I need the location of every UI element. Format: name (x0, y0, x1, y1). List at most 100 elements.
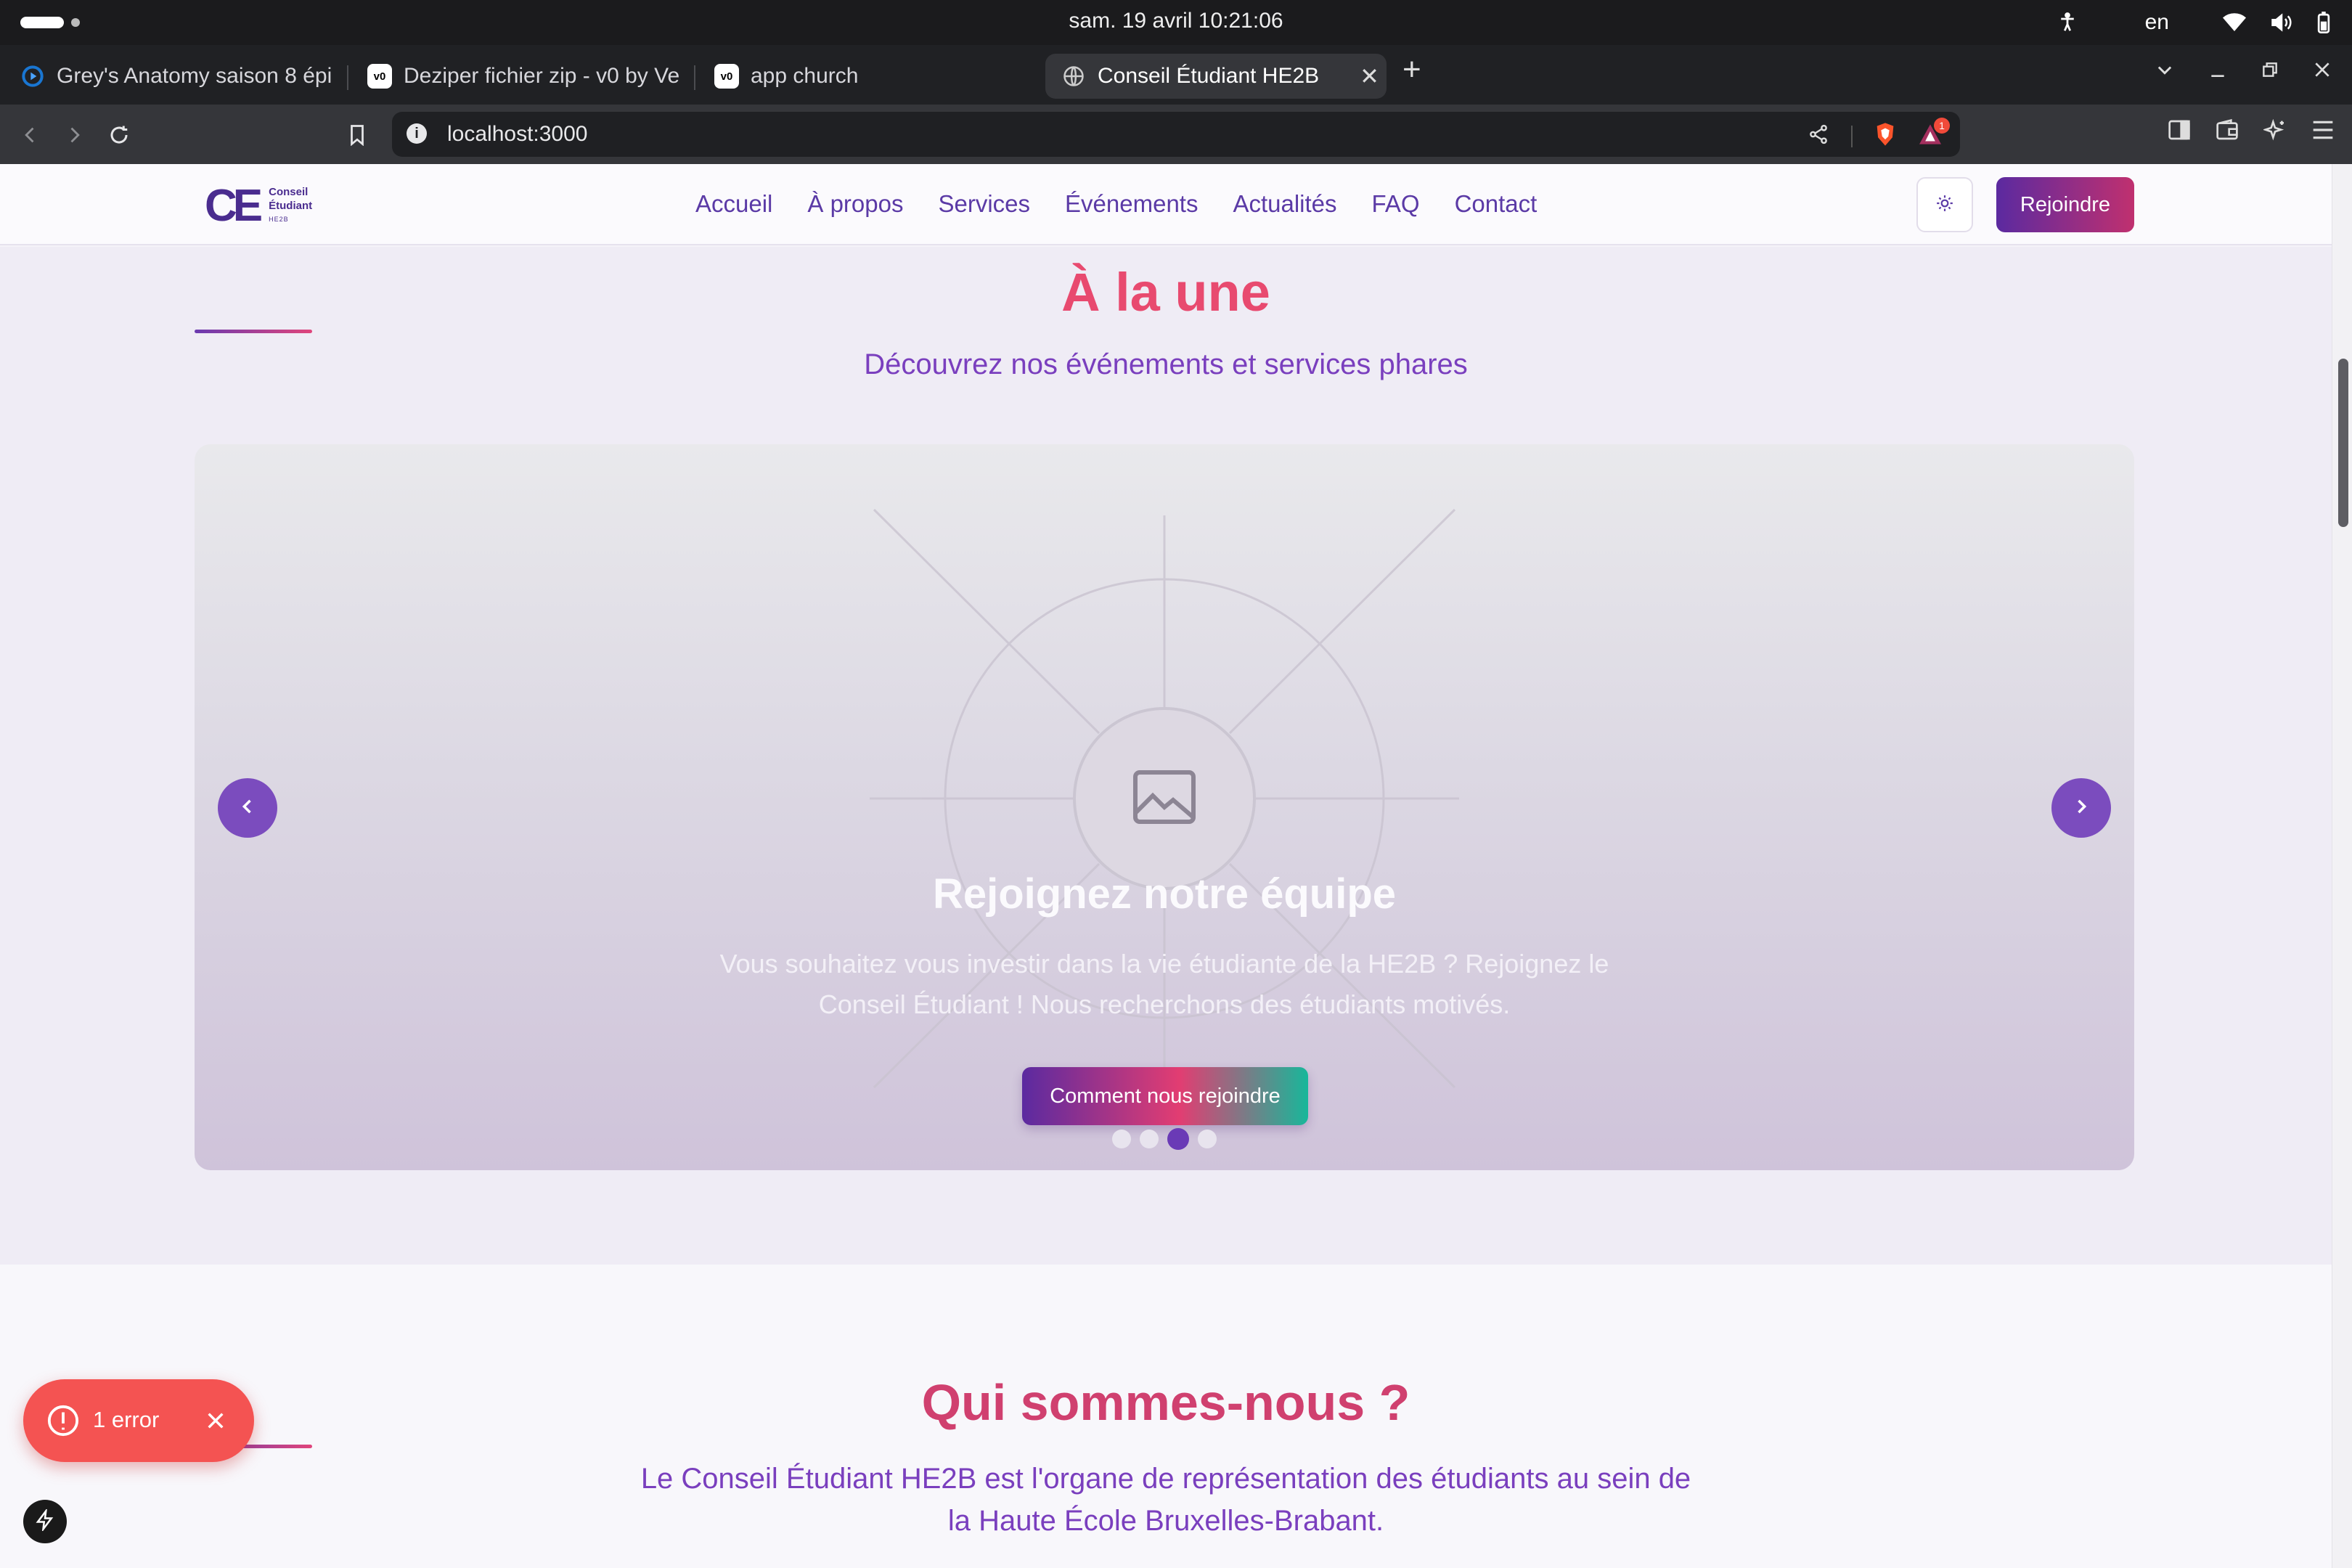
main-nav: Accueil À propos Services Événements Act… (695, 190, 1537, 218)
nav-link-accueil[interactable]: Accueil (695, 190, 772, 218)
nav-link-actualites[interactable]: Actualités (1233, 190, 1336, 218)
new-tab-button[interactable]: + (1402, 54, 1421, 86)
chevron-down-icon[interactable] (2155, 60, 2175, 83)
section-title: À la une (1061, 262, 1270, 322)
browser-tab-active[interactable]: Conseil Étudiant HE2B ✕ (1045, 54, 1387, 99)
notification-badge: 1 (1934, 118, 1950, 134)
sun-icon (1935, 194, 1954, 216)
logo-mark: CE (205, 181, 263, 231)
window-controls (2155, 60, 2332, 83)
wallet-icon[interactable] (2216, 118, 2239, 146)
site-header: CE Conseil Étudiant HE2B Accueil À propo… (0, 164, 2332, 245)
browser-toolbar-right (2168, 118, 2335, 146)
chevron-right-icon (2071, 796, 2091, 820)
leo-ai-icon[interactable] (2262, 118, 2287, 146)
carousel-dot[interactable] (1140, 1130, 1159, 1148)
slide-description-line: Conseil Étudiant ! Nous recherchons des … (818, 989, 1511, 1019)
carousel-dot-active[interactable] (1167, 1128, 1189, 1150)
logo-line: Étudiant (269, 200, 313, 212)
os-status-area[interactable]: en (2057, 7, 2330, 38)
logo-line: HE2B (269, 216, 289, 223)
forward-icon[interactable] (58, 119, 90, 151)
carousel-prev-button[interactable] (218, 778, 277, 838)
featured-carousel[interactable]: Rejoignez notre équipe Vous souhaitez vo… (195, 444, 2134, 1170)
tab-title: Grey's Anatomy saison 8 épi (57, 64, 332, 88)
about-description-line: Le Conseil Étudiant HE2B est l'organe de… (640, 1463, 1691, 1495)
image-placeholder-circle (1073, 707, 1256, 890)
about-title: Qui sommes-nous ? (921, 1374, 1410, 1431)
tab-divider (347, 65, 348, 90)
featured-section: À la une Découvrez nos événements et ser… (0, 247, 2332, 1265)
chevron-left-icon (237, 796, 258, 820)
site-info-icon[interactable]: i (407, 123, 427, 144)
nav-link-services[interactable]: Services (938, 190, 1030, 218)
browser-tab-strip: Grey's Anatomy saison 8 épi v0 Deziper f… (0, 45, 2352, 105)
nav-link-faq[interactable]: FAQ (1372, 190, 1420, 218)
carousel-next-button[interactable] (2051, 778, 2111, 838)
section-subtitle: Découvrez nos événements et services pha… (864, 348, 1468, 380)
carousel-dot[interactable] (1112, 1130, 1131, 1148)
menu-icon[interactable] (2311, 119, 2335, 146)
url-text[interactable]: localhost:3000 (447, 122, 587, 147)
restore-icon[interactable] (2261, 60, 2279, 83)
logo-text: Conseil Étudiant HE2B (269, 185, 312, 226)
page-scrollbar[interactable] (2332, 164, 2352, 1568)
os-clock[interactable]: sam. 19 avril 10:21:06 (0, 9, 2352, 33)
about-description: Le Conseil Étudiant HE2B est l'organe de… (0, 1458, 2332, 1542)
lightning-icon (34, 1507, 56, 1535)
close-icon[interactable] (196, 1401, 235, 1440)
close-tab-icon[interactable]: ✕ (1360, 62, 1379, 90)
battery-icon[interactable] (2317, 12, 2330, 33)
error-toast[interactable]: 1 error (23, 1379, 254, 1462)
locale-indicator[interactable]: en (2145, 10, 2169, 35)
title-accent-line (195, 330, 312, 333)
browser-tab[interactable]: Grey's Anatomy saison 8 épi (20, 54, 332, 99)
browser-toolbar: i localhost:3000 1 (0, 105, 2352, 164)
brave-rewards-icon[interactable]: 1 (1918, 118, 1950, 149)
minimize-icon[interactable] (2208, 60, 2227, 83)
alert-circle-icon (46, 1404, 80, 1441)
image-icon (1132, 769, 1196, 828)
join-button[interactable]: Rejoindre (1996, 177, 2134, 232)
slide-description-line: Vous souhaitez vous investir dans la vie… (719, 949, 1609, 979)
slide-cta-button[interactable]: Comment nous rejoindre (1022, 1067, 1308, 1125)
close-window-icon[interactable] (2313, 60, 2332, 83)
brave-shield-icon[interactable] (1874, 122, 1896, 150)
carousel-indicators (1112, 1128, 1217, 1150)
sidebar-icon[interactable] (2168, 119, 2191, 146)
accessibility-icon[interactable] (2057, 12, 2078, 33)
bookmark-icon[interactable] (341, 119, 373, 151)
error-count-label[interactable]: 1 error (93, 1407, 159, 1433)
v0-icon: v0 (367, 64, 392, 89)
reload-icon[interactable] (103, 119, 135, 151)
about-section: Qui sommes-nous ? Le Conseil Étudiant HE… (0, 1265, 2332, 1568)
back-icon[interactable] (15, 119, 46, 151)
nav-link-evenements[interactable]: Événements (1065, 190, 1198, 218)
logo-line: Conseil (269, 186, 309, 198)
browser-tab[interactable]: v0 app church (714, 54, 1005, 99)
tab-title: app church (751, 64, 859, 88)
tab-title: Deziper fichier zip - v0 by Ve (404, 64, 679, 88)
carousel-dot[interactable] (1198, 1130, 1217, 1148)
browser-tab[interactable]: v0 Deziper fichier zip - v0 by Ve (367, 54, 679, 99)
address-divider (1851, 125, 1853, 147)
nav-link-a-propos[interactable]: À propos (807, 190, 903, 218)
tab-title: Conseil Étudiant HE2B (1098, 64, 1320, 88)
volume-icon[interactable] (2271, 12, 2292, 33)
theme-toggle-button[interactable] (1916, 177, 1973, 232)
v0-icon: v0 (714, 64, 739, 89)
about-description-line: la Haute École Bruxelles-Brabant. (947, 1505, 1384, 1537)
nav-link-contact[interactable]: Contact (1455, 190, 1538, 218)
address-bar-actions: 1 (1808, 118, 1950, 150)
wifi-icon[interactable] (2223, 12, 2246, 33)
slide-description: Vous souhaitez vous investir dans la vie… (195, 944, 2134, 1025)
share-icon[interactable] (1808, 123, 1829, 149)
play-icon (20, 64, 45, 89)
os-top-bar: sam. 19 avril 10:21:06 en (0, 0, 2352, 45)
address-bar[interactable]: i localhost:3000 1 (392, 112, 1960, 157)
globe-icon (1061, 64, 1086, 89)
tab-divider (694, 65, 695, 90)
dev-tools-button[interactable] (23, 1500, 67, 1543)
site-logo[interactable]: CE Conseil Étudiant HE2B (205, 180, 312, 232)
scrollbar-thumb[interactable] (2338, 359, 2348, 527)
